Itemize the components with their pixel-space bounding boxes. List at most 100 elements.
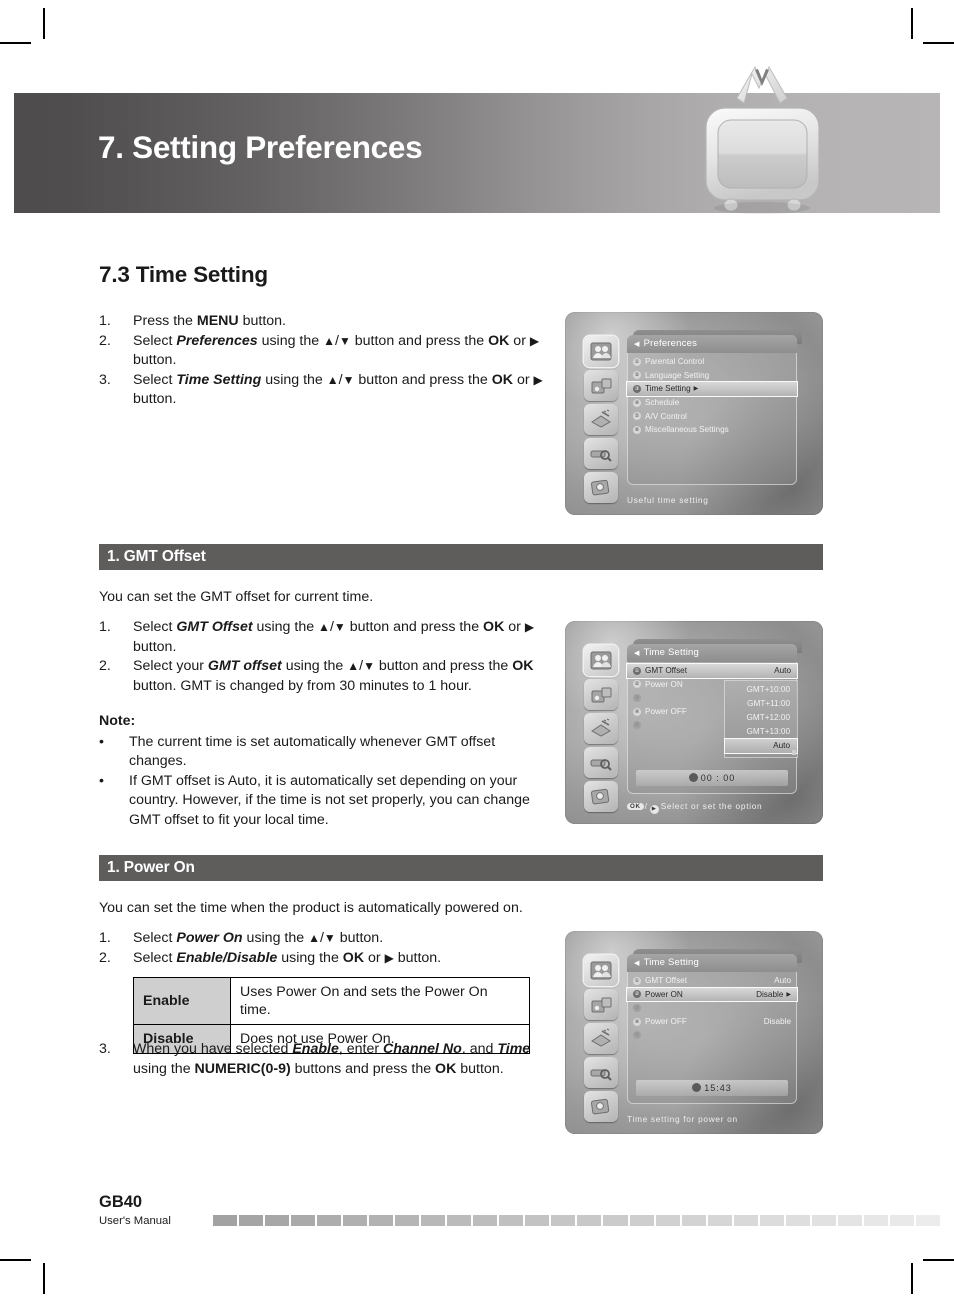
note-bullet: • If GMT offset is Auto, it is automatica… [99,772,554,831]
rail-icon-search[interactable] [584,747,618,778]
list-item: 2. Select Preferences using the ▲/▼ butto… [99,332,551,371]
rail-icon-storage[interactable] [584,1091,618,1122]
osd-menu-index: ④ [633,707,641,716]
osd-menu-index: ③ [633,1003,641,1012]
osd-screenshot-preferences: ◀ Preferences ① Parental Control ② Language … [565,312,823,515]
osd-menu-index: ⑤ [633,1031,641,1040]
osd-menu-index: ③ [633,693,641,702]
osd-menu-item[interactable]: ② Power ON Disable ▶ [627,987,797,1002]
list-item: 3. When you have selected Enable, enter C… [99,1040,554,1079]
dropdown-option[interactable]: Auto [725,739,797,753]
osd-menu-item[interactable]: ① GMT Offset Auto [627,974,797,988]
osd-menu-value: Disable [763,1017,791,1027]
osd-menu-label: Language Setting [645,370,710,380]
dropdown-option[interactable]: GMT+13:00 [725,725,797,739]
progress-segment [811,1215,836,1226]
progress-segment [551,1215,576,1226]
rail-icon-search[interactable] [584,1057,618,1088]
osd-menu-value: Auto [774,976,791,986]
osd-hint-text: Time setting for power on [627,1114,738,1124]
dropdown-option[interactable]: GMT+10:00 [725,683,797,697]
osd-menu-item[interactable]: ① Parental Control [627,355,797,369]
back-arrow-icon[interactable]: ◀ [634,960,640,967]
step-number: 1. [99,313,111,329]
rail-icon-preferences[interactable] [584,336,618,367]
note-heading: Note: [99,713,136,729]
osd-menu-item[interactable]: ⑤ A/V Control [627,409,797,423]
footer-subtitle: User's Manual [99,1215,171,1227]
dropdown-option[interactable]: GMT+11:00 [725,697,797,711]
osd-panel-title: ◀ Time Setting [627,954,797,972]
progress-segment [369,1215,394,1226]
crop-mark-top-left-h [0,42,31,44]
osd-menu-item[interactable]: ⑥ Miscellaneous Settings [627,423,797,437]
rail-icon-search[interactable] [584,438,618,469]
osd-menu-item[interactable]: ② Language Setting [627,369,797,383]
step-text: Select your GMT offset using the ▲/▼ but… [133,658,534,694]
osd-menu-item[interactable]: ⑤ -- : -- [627,1028,797,1042]
osd-menu-value: Disable [756,989,784,999]
crop-mark-bottom-left-v [43,1263,45,1294]
progress-segment [317,1215,342,1226]
progress-segment [291,1215,316,1226]
progress-segment [473,1215,498,1226]
osd-panel-title-text: Time Setting [643,957,699,968]
rail-icon-av-control[interactable] [584,713,618,744]
osd-panel-title-text: Preferences [643,338,698,349]
rail-icon-installation[interactable] [584,370,618,401]
power-on-final-step: 3. When you have selected Enable, enter C… [99,1040,554,1079]
rail-icon-preferences[interactable] [584,955,618,986]
dropdown-option[interactable]: GMT+12:00 [725,711,797,725]
progress-segment [603,1215,628,1226]
osd-menu-item[interactable]: ① GMT Offset Auto [627,664,797,678]
dropdown-scrollbar[interactable] [792,750,796,755]
rail-icon-installation[interactable] [584,989,618,1020]
osd-menu-item[interactable]: ③ Time Setting ▶ [627,382,797,396]
list-item: 1. Select GMT Offset using the ▲/▼ button… [99,618,551,657]
power-on-step-list: 1. Select Power On using the ▲/▼ button. 2… [99,929,551,968]
list-item: 2. Select Enable/Disable using the OK or … [99,949,551,969]
step-text: Select Power On using the ▲/▼ button. [133,930,384,946]
osd-clock-bar: 15:43 [636,1080,788,1096]
progress-segment [213,1215,238,1226]
rail-icon-storage[interactable] [584,472,618,503]
rail-icon-storage[interactable] [584,781,618,812]
osd-panel: ◀ Time Setting ① GMT Offset Auto ② Power ON ③ ④… [627,639,802,797]
osd-icon-rail [584,336,618,506]
gmt-offset-dropdown[interactable]: GMT+10:00 GMT+11:00 GMT+12:00 GMT+13:00 Auto [725,681,797,757]
footer-page-number: GB40 [99,1193,143,1211]
progress-segment [265,1215,290,1226]
back-arrow-icon[interactable]: ◀ [634,650,640,657]
rail-icon-av-control[interactable] [584,1023,618,1054]
rail-icon-av-control[interactable] [584,404,618,435]
osd-menu-item[interactable]: ④ Schedule [627,396,797,410]
osd-menu-value: -- : -- [773,1030,791,1040]
back-arrow-icon[interactable]: ◀ [634,341,640,348]
progress-segment [733,1215,758,1226]
osd-menu-item[interactable]: ③ -- : -- [627,1001,797,1015]
rail-icon-preferences[interactable] [584,645,618,676]
progress-segment [681,1215,706,1226]
step-text: Select Time Setting using the ▲/▼ button… [133,371,543,408]
crop-mark-bottom-left-h [0,1259,31,1261]
osd-hint-text: OK / ▶ Select or set the option [627,801,762,814]
osd-panel: ◀ Preferences ① Parental Control ② Language … [627,330,802,488]
step-number: 1. [99,619,111,635]
section-header-gmt-offset: 1. GMT Offset [99,544,823,570]
chapter-title: 7. Setting Preferences [98,129,423,165]
osd-menu-index: ① [633,357,641,366]
note-block: Note: • The current time is set automatic… [99,712,554,831]
step-number: 3. [99,371,111,388]
progress-segment [863,1215,888,1226]
osd-menu-index: ⑤ [633,412,641,421]
bullet-icon: • [99,772,104,789]
chevron-right-icon: ▶ [786,991,791,998]
progress-segment [343,1215,368,1226]
progress-segment [447,1215,472,1226]
osd-menu-value: -- : -- [773,1003,791,1013]
osd-menu-label: GMT Offset [645,666,688,676]
step-text: Press the MENU button. [133,313,286,329]
osd-menu-item[interactable]: ④ Power OFF Disable [627,1015,797,1029]
rail-icon-installation[interactable] [584,679,618,710]
crop-mark-top-right-h [923,42,954,44]
